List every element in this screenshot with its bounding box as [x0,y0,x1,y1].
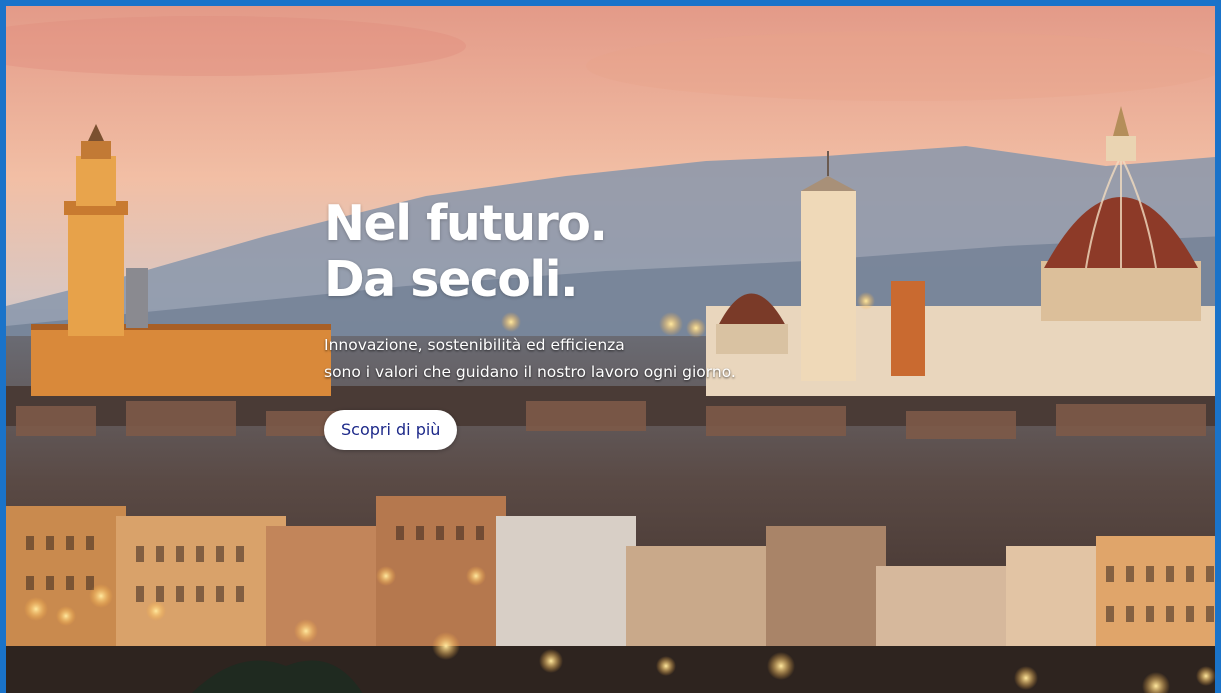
discover-more-button[interactable]: Scopri di più [324,410,458,450]
subtext-line-2: sono i valori che guidano il nostro lavo… [324,363,736,381]
hero-headline: Nel futuro. Da secoli. [324,196,736,308]
headline-line-2: Da secoli. [324,251,579,308]
subtext-line-1: Innovazione, sostenibilità ed efficienza [324,336,625,354]
hero-content: Nel futuro. Da secoli. Innovazione, sost… [324,196,736,450]
hero-frame: Nel futuro. Da secoli. Innovazione, sost… [0,0,1221,693]
headline-line-1: Nel futuro. [324,195,608,252]
hero-subtext: Innovazione, sostenibilità ed efficienza… [324,332,736,386]
